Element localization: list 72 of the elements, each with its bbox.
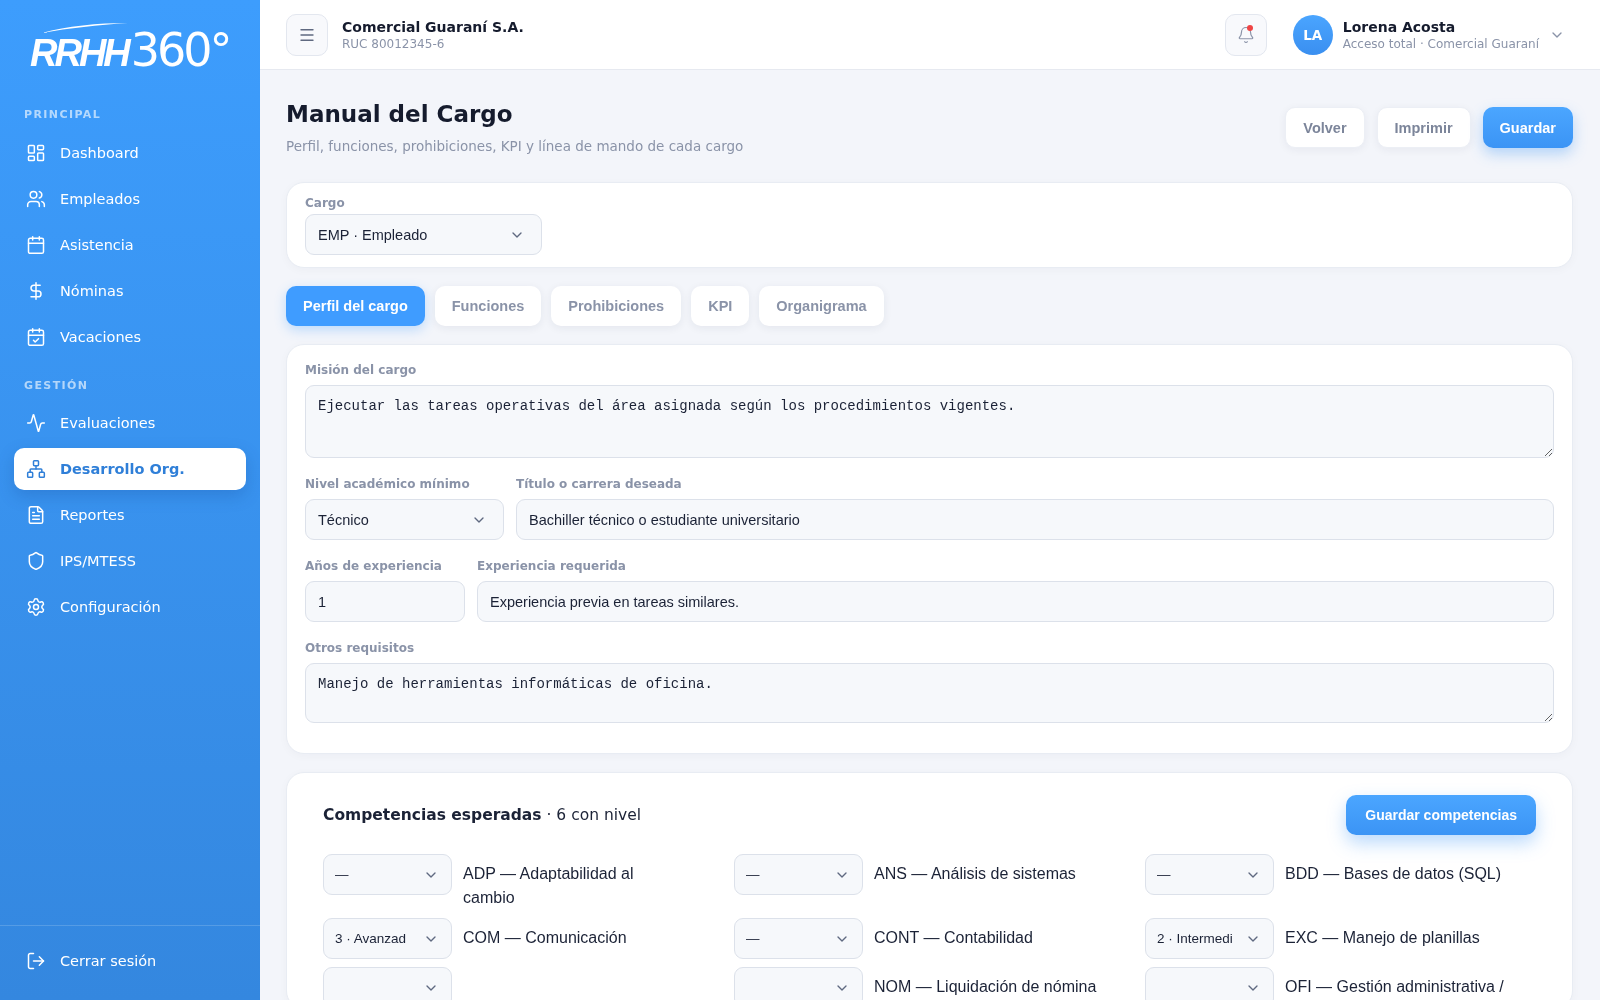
dropdown[interactable]: 3 · Avanzad (323, 918, 452, 959)
calendar-icon (26, 235, 46, 255)
calendar-check-icon (26, 327, 46, 347)
secondary-button[interactable]: Imprimir (1376, 107, 1471, 148)
section-title: PRINCIPAL (23, 108, 103, 122)
dropdown[interactable]: Técnico (305, 499, 504, 540)
primary-button[interactable]: Guardar (1482, 107, 1573, 148)
sidebar-item[interactable]: Evaluaciones (14, 402, 246, 444)
section-heading: Competencias esperadas · 6 con nivel (323, 806, 642, 824)
dropdown[interactable]: — (323, 854, 452, 895)
sidebar-item[interactable]: Vacaciones (14, 316, 246, 358)
user-name: Lorena Acosta (1342, 17, 1457, 36)
page-subtitle: Perfil, funciones, prohibiciones, KPI y línea de mando de cada cargo (286, 137, 744, 156)
notifications-button[interactable] (1224, 13, 1267, 56)
competency-name: ADP — Adaptabilidad al cambio (463, 864, 635, 908)
sidebar-item[interactable]: Nóminas (14, 270, 246, 312)
tab[interactable]: Organigrama (759, 286, 884, 326)
dropdown[interactable]: 2 · Intermedi (1145, 918, 1274, 959)
page-title: Manual del Cargo (286, 100, 514, 129)
field-label: Título o carrera deseada (516, 477, 683, 491)
dropdown[interactable]: — (734, 918, 863, 959)
shield-icon (26, 551, 46, 571)
sidebar-item[interactable]: IPS/MTESS (14, 540, 246, 582)
menu-button[interactable] (286, 13, 328, 56)
competency-name: EXC — Manejo de planillas (1285, 928, 1480, 948)
sidebar-item[interactable]: Desarrollo Org. (14, 448, 246, 490)
user-role: Acceso total · Comercial Guaraní (1342, 35, 1539, 52)
field-label: Misión del cargo (305, 363, 418, 377)
competency-name: NOM — Liquidación de nómina (874, 977, 1097, 997)
competency-name: CONT — Contabilidad (874, 928, 1033, 948)
company-name: Comercial Guaraní S.A. (342, 17, 524, 36)
company-id: RUC 80012345-6 (342, 35, 446, 52)
text-area[interactable]: Manejo de herramientas informáticas de oficina. (305, 663, 1554, 723)
field-label: Otros requisitos (305, 641, 416, 655)
sidebar-item[interactable]: Configuración (14, 586, 246, 628)
sidebar-item[interactable]: Asistencia (14, 224, 246, 266)
save-competencies-button[interactable]: Guardar competencias (1346, 795, 1536, 835)
competency-name: COM — Comunicación (463, 928, 627, 948)
bell-icon (1236, 25, 1255, 44)
competency-name: ANS — Análisis de sistemas (874, 864, 1076, 884)
text-area[interactable]: Ejecutar las tareas operativas del área asignada según los procedimientos vigentes. (305, 385, 1554, 458)
input-field[interactable]: 1 (305, 581, 465, 622)
tab[interactable]: Funciones (434, 286, 542, 326)
users-icon (26, 189, 46, 209)
field-label: Nivel académico mínimo (305, 477, 471, 491)
pulse-icon (26, 413, 46, 433)
tab[interactable]: Perfil del cargo (286, 286, 425, 326)
logo-text: RRHH360° (30, 32, 230, 70)
section-title: GESTIÓN (23, 379, 90, 393)
dropdown[interactable]: EMP · Empleado (305, 214, 542, 255)
dashboard-icon (26, 143, 46, 163)
dropdown[interactable]: — (1145, 854, 1274, 895)
input-field[interactable]: Bachiller técnico o estudiante universitario (516, 499, 1554, 540)
secondary-button[interactable]: Volver (1285, 107, 1365, 148)
field-label: Cargo (305, 196, 346, 210)
tab[interactable]: Prohibiciones (551, 286, 682, 326)
input-field[interactable]: Experiencia previa en tareas similares. (477, 581, 1554, 622)
field-label: Años de experiencia (305, 559, 443, 573)
tab[interactable]: KPI (691, 286, 750, 326)
document-icon (26, 505, 46, 525)
hierarchy-icon (26, 459, 46, 479)
logout-icon (26, 951, 46, 971)
competency-name: BDD — Bases de datos (SQL) (1285, 864, 1502, 884)
sidebar-item[interactable]: Empleados (14, 178, 246, 220)
sidebar-item[interactable]: Reportes (14, 494, 246, 536)
dropdown[interactable]: — (734, 854, 863, 895)
settings-icon (26, 597, 46, 617)
field-label: Experiencia requerida (477, 559, 627, 573)
logout-item[interactable]: Cerrar sesión (14, 940, 246, 982)
avatar[interactable]: LA (1292, 14, 1333, 55)
competency-name: OFI — Gestión administrativa / (1285, 977, 1504, 997)
sidebar-item[interactable]: Dashboard (14, 132, 246, 174)
